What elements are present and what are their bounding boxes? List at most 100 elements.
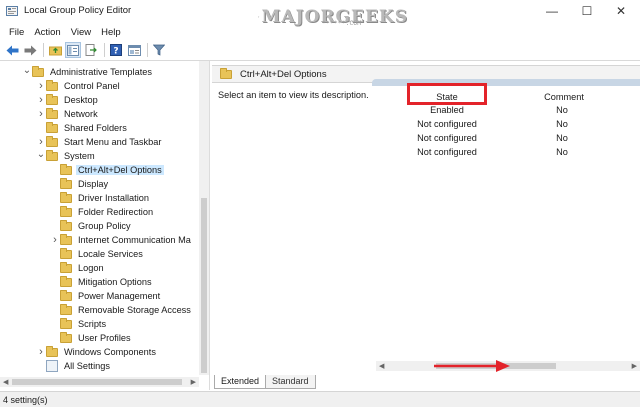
tree-item[interactable]: › Control Panel [36,79,122,93]
toolbar-separator [43,43,44,57]
tree-item[interactable]: Driver Installation [50,191,151,205]
folder-icon [60,205,72,217]
tree-item-label: Desktop [64,95,98,105]
tree-item[interactable]: › Internet Communication Ma [50,233,193,247]
folder-icon [60,219,72,231]
tree-item-label: Display [78,179,109,189]
folder-icon [60,163,72,175]
filter-button[interactable] [151,42,167,58]
toolbar: ? [0,41,640,59]
tree-item[interactable]: Removable Storage Access [50,303,193,317]
menu-help[interactable]: Help [96,27,126,38]
tree-item[interactable]: Ctrl+Alt+Del Options [50,163,164,177]
tree-horizontal-scroll-thumb[interactable] [12,379,182,385]
scroll-right-icon[interactable]: ▶ [632,362,637,370]
settings-header-title: Ctrl+Alt+Del Options [240,68,327,80]
chevron-right-icon[interactable]: › [36,79,46,93]
tree-item[interactable]: ⌄ System [36,149,97,163]
folder-icon [60,303,72,315]
tree-item[interactable]: Power Management [50,289,162,303]
up-folder-button[interactable] [47,42,63,58]
export-list-button[interactable] [83,42,99,58]
comment-cell: No [556,133,568,143]
tree-item-label: Removable Storage Access [78,305,191,315]
scroll-left-icon[interactable]: ◀ [3,378,8,386]
group-policy-app-icon [6,6,18,16]
state-cell: Not configured [417,133,477,143]
maximize-icon: ☐ [581,4,593,18]
menu-action[interactable]: Action [29,27,65,38]
menu-file[interactable]: File [4,27,29,38]
toolbar-separator [147,43,148,57]
scroll-right-icon[interactable]: ▶ [191,378,196,386]
minimize-button[interactable]: — [532,2,572,20]
help-button[interactable]: ? [108,42,124,58]
folder-icon [60,331,72,343]
tree-item[interactable]: Logon [50,261,106,275]
back-icon [6,45,18,55]
tree-item[interactable]: Mitigation Options [50,275,154,289]
tree-item[interactable]: Scripts [50,317,108,331]
comment-cell: No [556,119,568,129]
tab-standard[interactable]: Standard [265,375,316,389]
tree-item-label: Internet Communication Ma [78,235,191,245]
tree-item[interactable]: Locale Services [50,247,145,261]
settings-list-icon [46,360,58,372]
folder-icon [60,289,72,301]
tree-item[interactable]: › Start Menu and Taskbar [36,135,163,149]
tree-item-label: Ctrl+Alt+Del Options [76,165,164,175]
chevron-right-icon[interactable]: › [36,93,46,107]
menu-view[interactable]: View [66,27,96,38]
chevron-down-icon[interactable]: ⌄ [22,63,32,77]
tab-extended[interactable]: Extended [214,375,267,389]
tree-vertical-scroll-thumb[interactable] [201,198,207,373]
chevron-right-icon[interactable]: › [36,107,46,121]
status-bar: 4 setting(s) [0,391,640,407]
forward-button[interactable] [22,42,38,58]
tree-item-label: Group Policy [78,221,131,231]
minimize-icon: — [546,4,558,18]
tree-item-label: Power Management [78,291,161,301]
show-hide-tree-button[interactable] [65,42,81,58]
chevron-right-icon[interactable]: › [36,345,46,359]
window-title: Local Group Policy Editor [24,5,132,16]
column-header-comment[interactable]: Comment [529,89,599,105]
policy-tree-pane[interactable]: ◀ ▶ ⌄ Administrative Templates › Control Pa… [0,61,210,390]
chevron-right-icon[interactable]: › [50,233,60,247]
tree-item[interactable]: ⌄ Administrative Templates [22,65,154,79]
tree-item-label: All Settings [64,361,110,371]
settings-header: Ctrl+Alt+Del Options [212,65,640,86]
tree-item[interactable]: Shared Folders [36,121,129,135]
comment-cell: No [556,147,568,157]
chevron-down-icon[interactable]: ⌄ [36,147,46,161]
folder-icon [60,233,72,245]
tree-vertical-scrollbar[interactable] [199,61,209,375]
tree-item-label: Scripts [78,319,107,329]
folder-icon [46,93,58,105]
tree-item[interactable]: › Windows Components [36,345,158,359]
tree-item[interactable]: Group Policy [50,219,133,233]
toolbar-separator [104,43,105,57]
scroll-left-icon[interactable]: ◀ [379,362,384,370]
tree-item[interactable]: Display [50,177,110,191]
folder-icon [46,79,58,91]
properties-icon [127,44,141,56]
tree-item[interactable]: Folder Redirection [50,205,155,219]
close-button[interactable]: ✕ [601,2,640,20]
tree-item[interactable]: User Profiles [50,331,133,345]
properties-button[interactable] [126,42,142,58]
tree-horizontal-scrollbar[interactable]: ◀ ▶ [0,377,199,387]
tree-item[interactable]: › Desktop [36,93,100,107]
back-button[interactable] [4,42,20,58]
tree-item[interactable]: All Settings [36,359,112,373]
tree-item[interactable]: › Network [36,107,100,121]
tree-item-label: User Profiles [78,333,131,343]
tree-item-label: Windows Components [64,347,156,357]
